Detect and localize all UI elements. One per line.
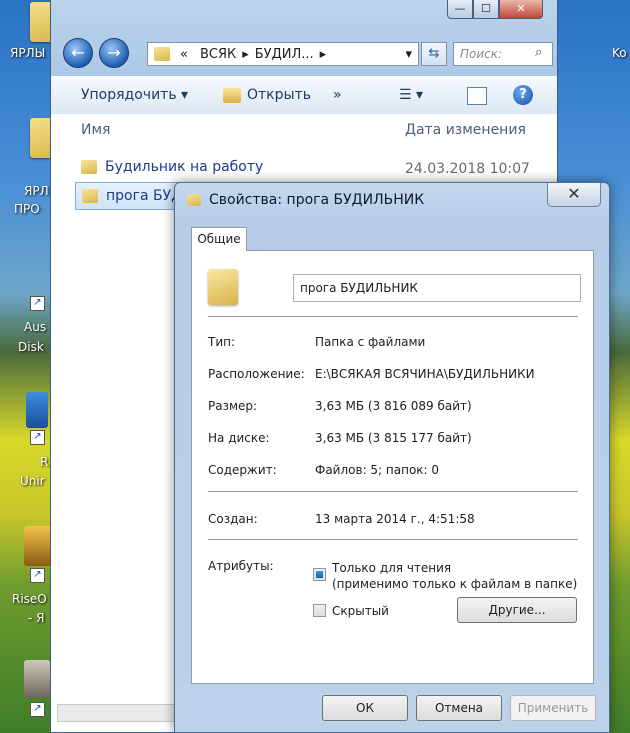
general-panel: прога БУДИЛЬНИК Тип: Папка с файлами Рас…	[191, 250, 594, 684]
attributes-label: Атрибуты:	[208, 559, 274, 573]
folder-name-field[interactable]: прога БУДИЛЬНИК	[293, 274, 581, 302]
forward-button[interactable]: →	[99, 38, 129, 68]
chevron-down-icon: ▾	[181, 87, 189, 103]
more-commands-button[interactable]: »	[333, 87, 342, 103]
minimize-button[interactable]: —	[447, 0, 473, 19]
desktop-label: ЯРЛ	[24, 184, 49, 198]
location-value: E:\ВСЯКАЯ ВСЯЧИНА\БУДИЛЬНИКИ	[315, 367, 535, 381]
size-label: Размер:	[208, 399, 258, 413]
created-label: Создан:	[208, 512, 258, 526]
tab-general[interactable]: Общие	[191, 227, 247, 251]
desktop-label: R	[40, 455, 49, 469]
organize-label: Упорядочить	[81, 87, 177, 103]
desktop-label: Aus	[24, 320, 47, 334]
type-value: Папка с файлами	[315, 335, 426, 349]
readonly-checkbox[interactable]	[313, 568, 326, 581]
file-name: прога БУД	[106, 188, 183, 204]
desktop-label: RiseO	[12, 592, 47, 606]
size-on-disk-value: 3,63 МБ (3 815 177 байт)	[315, 431, 472, 445]
help-icon[interactable]: ?	[513, 85, 533, 105]
view-options-icon[interactable]: ☰ ▾	[399, 87, 423, 103]
separator	[208, 539, 578, 540]
command-bar: Упорядочить ▾ Открыть » ☰ ▾ ?	[51, 76, 557, 116]
chevron-right-icon[interactable]: ▸	[320, 47, 327, 62]
app-icon[interactable]	[24, 526, 52, 566]
address-bar[interactable]: « ВСЯК ▸ БУДИЛ... ▸ ▾	[147, 42, 419, 66]
desktop-label: Disk	[18, 340, 44, 354]
file-name: Будильник на работу	[105, 159, 264, 175]
apply-button[interactable]: Применить	[510, 695, 596, 721]
readonly-note: (применимо только к файлам в папке)	[332, 577, 578, 591]
shortcut-arrow-icon: ↗	[30, 430, 45, 445]
size-value: 3,63 МБ (3 816 089 байт)	[315, 399, 472, 413]
created-value: 13 марта 2014 г., 4:51:58	[315, 512, 475, 526]
properties-dialog: Свойства: прога БУДИЛЬНИК ✕ Общие прога …	[174, 182, 610, 733]
dialog-close-button[interactable]: ✕	[547, 183, 601, 207]
desktop-label: ЯРЛЫ	[10, 46, 46, 60]
readonly-label[interactable]: Только для чтения	[332, 561, 451, 575]
window-controls: — ☐ ✕	[447, 0, 543, 19]
search-icon[interactable]: ⌕	[535, 45, 542, 60]
dialog-title-bar: Свойства: прога БУДИЛЬНИК	[187, 192, 424, 208]
hidden-label[interactable]: Скрытый	[332, 604, 389, 618]
app-icon[interactable]	[24, 660, 50, 698]
folder-icon	[154, 47, 170, 61]
other-attributes-button[interactable]: Другие...	[457, 597, 577, 623]
desktop-label: Unir	[20, 474, 45, 488]
app-icon[interactable]	[26, 392, 48, 428]
folder-icon	[187, 194, 201, 206]
desktop-label: ПРО	[14, 202, 40, 216]
ok-button[interactable]: ОК	[322, 695, 408, 721]
shortcut-arrow-icon: ↗	[30, 568, 45, 583]
address-segment[interactable]: БУДИЛ...	[249, 47, 320, 62]
address-prefix[interactable]: «	[174, 47, 194, 62]
desktop-label: - Я	[28, 611, 45, 625]
refresh-button[interactable]: ⇆	[421, 42, 447, 66]
open-folder-icon	[223, 87, 241, 103]
cancel-button[interactable]: Отмена	[416, 695, 502, 721]
desktop-label: Ko	[612, 46, 627, 60]
navigation-bar: ← → « ВСЯК ▸ БУДИЛ... ▸ ▾ ⇆ Поиск: ⌕	[57, 36, 553, 70]
hidden-checkbox[interactable]	[313, 604, 326, 617]
size-on-disk-label: На диске:	[208, 431, 270, 445]
contains-label: Содержит:	[208, 463, 277, 477]
shortcut-arrow-icon: ↗	[30, 702, 45, 717]
maximize-button[interactable]: ☐	[473, 0, 499, 19]
separator	[208, 491, 578, 492]
preview-pane-icon[interactable]	[467, 87, 487, 105]
address-segment[interactable]: ВСЯК	[194, 47, 242, 62]
dialog-title: Свойства: прога БУДИЛЬНИК	[209, 192, 425, 208]
open-label: Открыть	[247, 87, 311, 103]
horizontal-scrollbar[interactable]	[57, 704, 179, 722]
column-header-date[interactable]: Дата изменения	[405, 122, 526, 138]
folder-icon	[81, 160, 97, 174]
chevron-down-icon[interactable]: ▾	[405, 47, 418, 62]
folder-icon	[82, 189, 98, 203]
file-row[interactable]: Будильник на работу	[75, 154, 263, 180]
location-label: Расположение:	[208, 367, 305, 381]
back-button[interactable]: ←	[63, 38, 93, 68]
file-date: 24.03.2018 10:07	[405, 161, 530, 177]
open-button[interactable]: Открыть	[223, 87, 311, 103]
column-header-name[interactable]: Имя	[81, 122, 110, 138]
type-label: Тип:	[208, 335, 236, 349]
separator	[208, 316, 578, 317]
contains-value: Файлов: 5; папок: 0	[315, 463, 440, 477]
shortcut-arrow-icon: ↗	[30, 296, 45, 311]
folder-icon	[208, 269, 238, 305]
close-button[interactable]: ✕	[499, 0, 543, 19]
organize-menu[interactable]: Упорядочить ▾	[81, 87, 188, 103]
